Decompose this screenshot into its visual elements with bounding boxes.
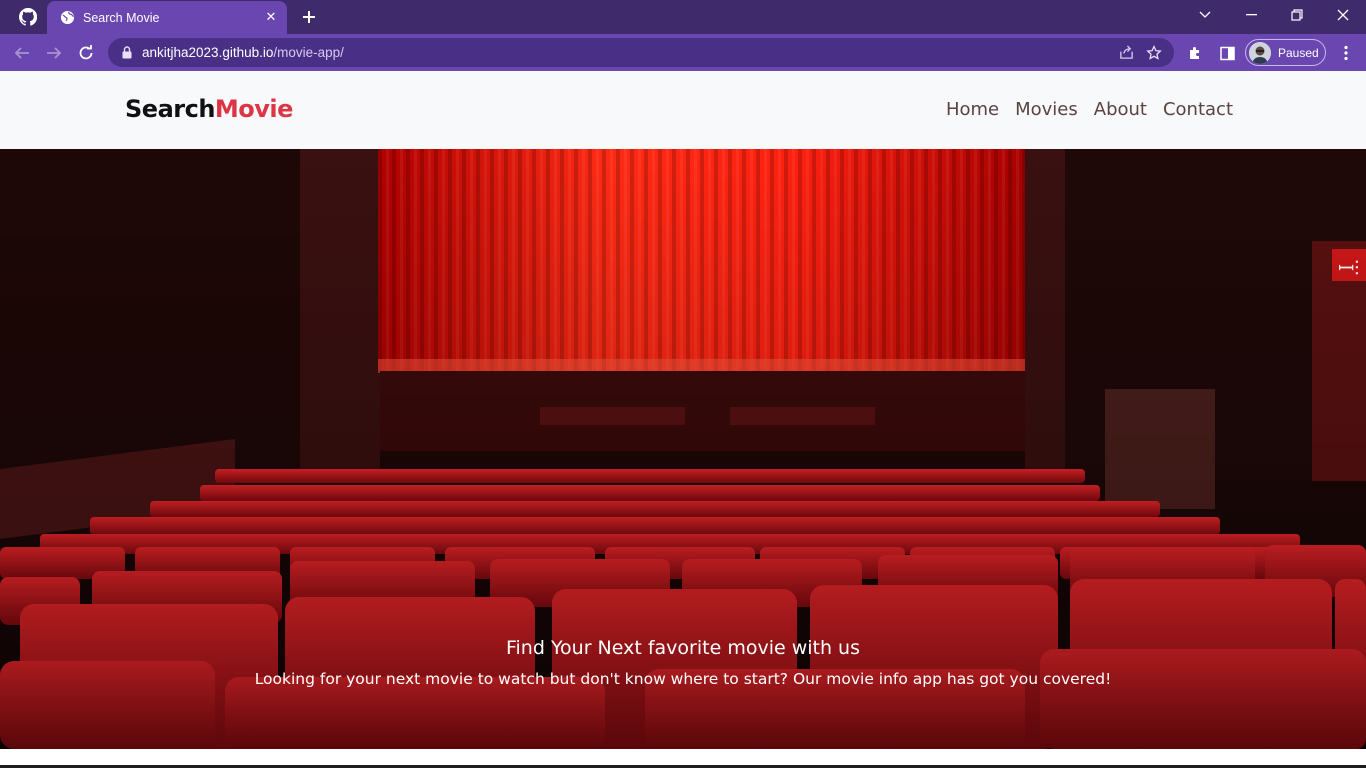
avatar [1249,41,1271,64]
site-logo[interactable]: SearchMovie [125,95,293,123]
hero-title: Find Your Next favorite movie with us [505,637,860,659]
side-panel-icon[interactable] [1213,39,1241,67]
share-icon[interactable] [1112,39,1140,67]
url-path: /movie-app/ [273,45,344,60]
hero-subtitle: Looking for your next movie to watch but… [254,670,1112,688]
logo-text-search: Search [125,95,215,123]
nav-link-contact[interactable]: Contact [1163,99,1233,120]
hero-banner: ꟷ⫶ [0,149,1366,749]
nav-link-home[interactable]: Home [946,99,999,120]
nav-link-about[interactable]: About [1094,99,1147,120]
url-text: ankitjha2023.github.io/movie-app/ [142,45,1112,60]
browser-tab-active[interactable]: Search Movie ✕ [47,1,287,34]
url-host: ankitjha2023.github.io [142,45,274,60]
close-window-icon[interactable] [1320,0,1366,30]
kebab-menu-icon[interactable] [1332,39,1360,67]
close-tab-icon[interactable]: ✕ [261,8,281,28]
restore-icon[interactable] [1274,0,1320,30]
lock-icon[interactable] [120,46,134,60]
profile-status: Paused [1278,45,1319,60]
browser-toolbar: ankitjha2023.github.io/movie-app/ Paused [0,34,1366,71]
reload-icon[interactable] [72,39,100,67]
github-icon[interactable] [14,6,42,28]
page-bottom-strip [0,749,1366,768]
profile-button[interactable]: Paused [1245,39,1326,66]
browser-tab-strip: Search Movie ✕ [0,0,1366,34]
bookmark-star-icon[interactable] [1140,39,1168,67]
tab-title: Search Movie [83,10,160,25]
logo-text-movie: Movie [214,95,294,123]
nav-link-movies[interactable]: Movies [1015,99,1078,120]
minimize-icon[interactable] [1228,0,1274,30]
new-tab-plus-icon[interactable] [297,5,321,29]
tab-search-chevron-icon[interactable] [1182,0,1228,30]
main-nav: Home Movies About Contact [946,99,1233,120]
site-navbar: SearchMovie Home Movies About Contact [0,71,1366,149]
extensions-puzzle-icon[interactable] [1181,39,1209,67]
globe-icon [59,10,75,26]
back-arrow-icon[interactable] [8,39,36,67]
address-bar[interactable]: ankitjha2023.github.io/movie-app/ [108,38,1174,67]
cinema-hall-image: ꟷ⫶ [0,149,1366,749]
forward-arrow-icon[interactable] [40,39,68,67]
